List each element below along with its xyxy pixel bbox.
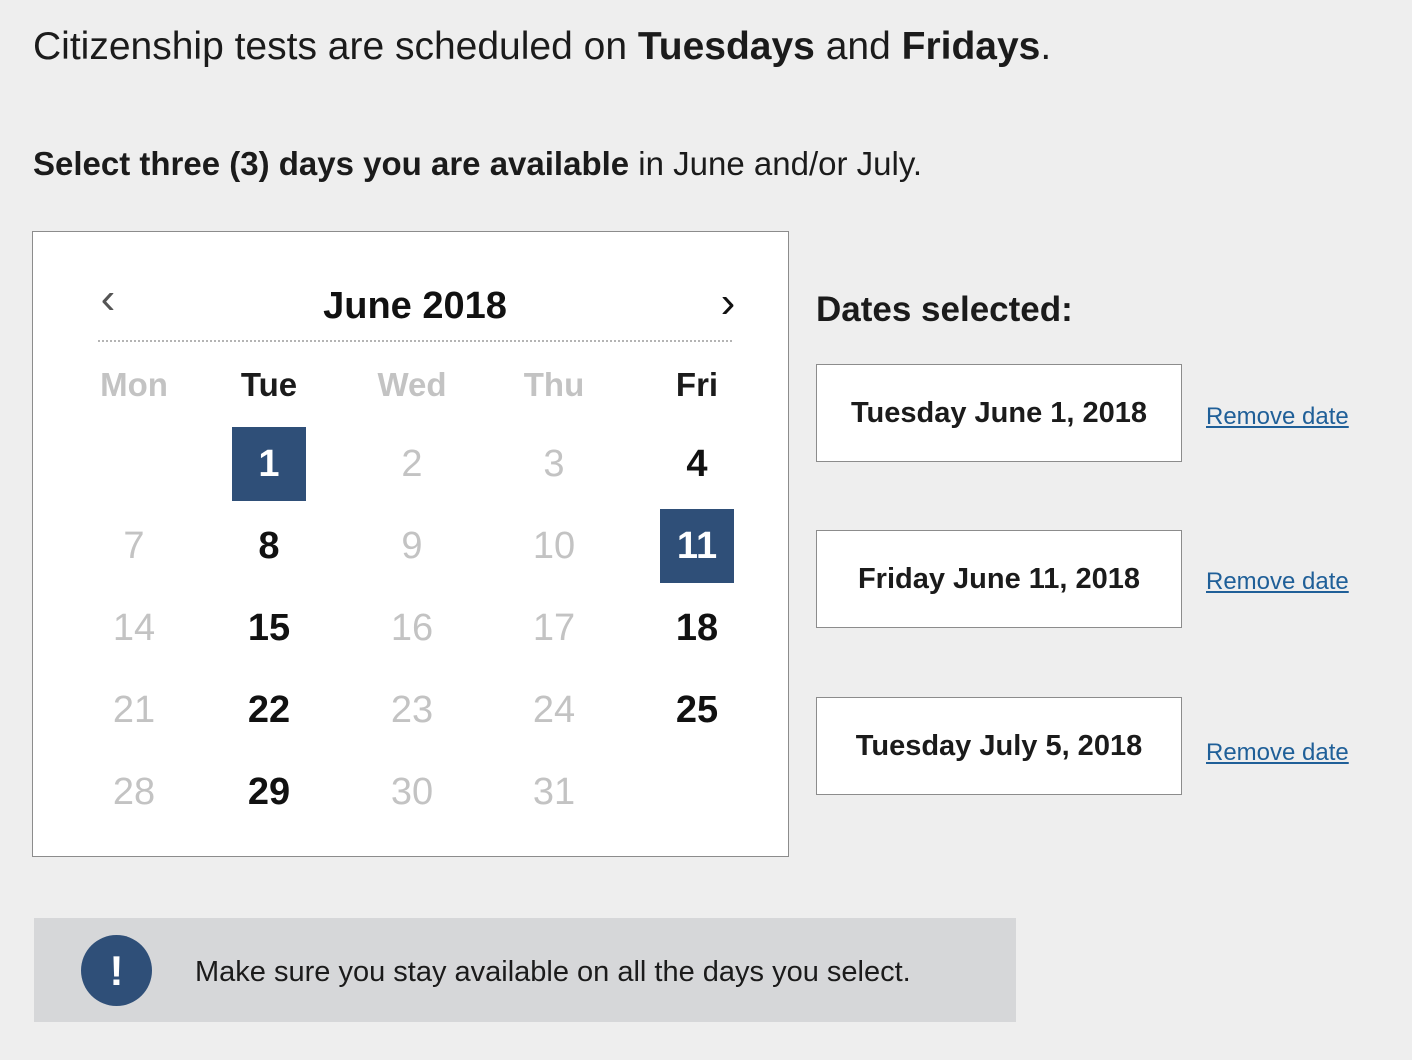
calendar-day: 9 [401, 525, 423, 567]
calendar-day[interactable]: 25 [660, 673, 734, 747]
remove-date-link-3[interactable]: Remove date [1206, 738, 1349, 768]
selected-date-3: Tuesday July 5, 2018 [816, 697, 1182, 795]
calendar-day[interactable]: 22 [232, 673, 306, 747]
calendar: ‹ June 2018 › Mon Tue Wed Thu Fri 1 2 3 4 7 8 9 10 1… [32, 231, 789, 857]
intro-middle: and [814, 25, 902, 68]
instruction-text: Select three (3) days you are available … [33, 142, 922, 186]
instruction-rest: in June and/or July. [629, 145, 923, 182]
intro-day-tuesdays: Tuesdays [637, 25, 815, 68]
calendar-day: 14 [112, 607, 156, 649]
calendar-day-selected[interactable]: 11 [660, 509, 734, 583]
intro-prefix: Citizenship tests are scheduled on [33, 25, 638, 68]
remove-date-link-1[interactable]: Remove date [1206, 402, 1349, 432]
exclamation-icon: ! [81, 935, 152, 1006]
intro-day-fridays: Fridays [901, 25, 1041, 68]
calendar-day-selected[interactable]: 1 [232, 427, 306, 501]
intro-text: Citizenship tests are scheduled on Tuesd… [33, 22, 1051, 72]
weekday-fri: Fri [675, 366, 719, 403]
intro-suffix: . [1040, 25, 1052, 68]
weekday-header: Mon Tue Wed Thu Fri [33, 362, 788, 412]
calendar-day: 28 [112, 771, 156, 813]
weekday-wed: Wed [377, 366, 447, 403]
weekday-tue: Tue [240, 366, 298, 403]
weekday-thu: Thu [523, 366, 585, 403]
instruction-bold: Select three (3) days you are available [33, 145, 630, 182]
weekday-mon: Mon [100, 366, 168, 403]
calendar-header: ‹ June 2018 › [98, 272, 735, 342]
calendar-day: 10 [532, 525, 576, 567]
calendar-day[interactable]: 8 [232, 509, 306, 583]
calendar-day[interactable]: 4 [660, 427, 734, 501]
calendar-day: 31 [532, 771, 576, 813]
month-title: June 2018 [323, 285, 507, 327]
calendar-day: 21 [112, 689, 156, 731]
availability-alert: ! Make sure you stay available on all th… [34, 918, 1016, 1022]
dates-selected-heading: Dates selected: [816, 290, 1073, 329]
calendar-day: 17 [532, 607, 576, 649]
calendar-day: 24 [532, 689, 576, 731]
calendar-day[interactable]: 15 [232, 591, 306, 665]
selected-date-2: Friday June 11, 2018 [816, 530, 1182, 628]
chevron-right-icon[interactable]: › [708, 278, 748, 338]
selected-date-1: Tuesday June 1, 2018 [816, 364, 1182, 462]
remove-date-link-2[interactable]: Remove date [1206, 567, 1349, 597]
calendar-day: 2 [401, 443, 423, 485]
calendar-day[interactable]: 18 [660, 591, 734, 665]
calendar-day: 30 [390, 771, 434, 813]
calendar-day: 7 [123, 525, 145, 567]
calendar-day: 3 [543, 443, 565, 485]
alert-text: Make sure you stay available on all the … [195, 956, 911, 988]
calendar-day[interactable]: 29 [232, 755, 306, 829]
calendar-day: 23 [390, 689, 434, 731]
calendar-day: 16 [390, 607, 434, 649]
